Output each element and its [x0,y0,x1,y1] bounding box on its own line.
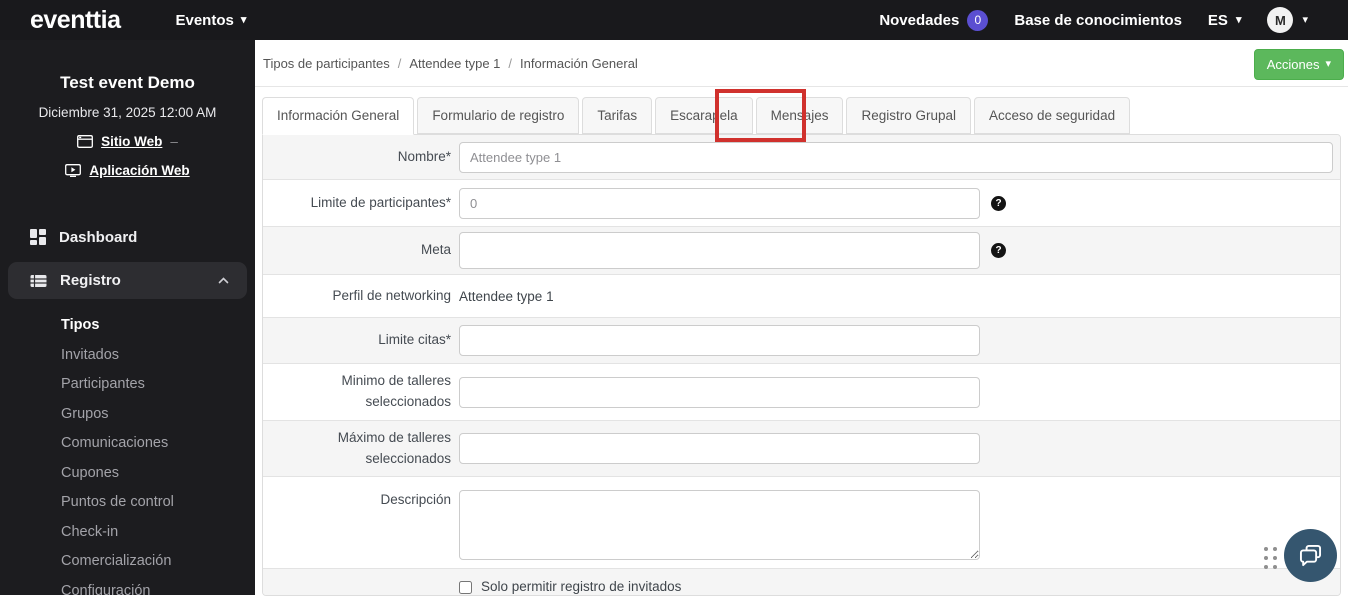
caret-down-icon: ▾ [240,13,247,26]
minimo-talleres-input[interactable] [459,376,980,408]
descripcion-textarea[interactable] [459,490,980,560]
knowledge-base-link[interactable]: Base de conocimientos [1014,12,1182,29]
user-menu[interactable]: M ▾ [1267,7,1308,33]
breadcrumb: Tipos de participantes / Attendee type 1… [255,40,1348,87]
limite-participantes-label: Limite de participantes* [310,194,451,210]
novedades-link[interactable]: Novedades 0 [879,9,989,31]
language-selector[interactable]: ES ▾ [1208,12,1242,29]
tab-formulario-de-registro[interactable]: Formulario de registro [417,97,580,134]
acciones-button[interactable]: Acciones ▾ [1253,49,1344,80]
eventtia-logo[interactable]: eventtia [30,6,121,35]
eventos-menu-label: Eventos [175,11,234,29]
knowledge-base-label: Base de conocimientos [1014,11,1182,29]
limite-citas-label: Limite citas* [378,332,451,348]
sidebar-item-label: Dashboard [59,228,138,246]
novedades-count-badge: 0 [967,9,989,31]
sidebar-item-comunicaciones[interactable]: Comunicaciones [0,429,255,459]
event-name: Test event Demo [60,73,195,92]
tab-informacion-general[interactable]: Información General [262,97,415,135]
breadcrumb-tipos-de-participantes[interactable]: Tipos de participantes [263,56,390,71]
browser-window-icon [77,135,94,148]
limite-citas-input[interactable] [459,325,980,356]
sidebar-item-dashboard[interactable]: Dashboard [0,218,255,256]
top-bar: eventtia Eventos ▾ Novedades 0 Base de c… [0,0,1348,40]
acciones-button-label: Acciones [1266,57,1320,72]
tab-registro-grupal[interactable]: Registro Grupal [846,97,971,134]
sidebar-item-puntos-de-control[interactable]: Puntos de control [0,488,255,518]
descripcion-label: Descripción [380,492,451,507]
breadcrumb-attendee-type[interactable]: Attendee type 1 [409,56,500,71]
form-row-limite-citas: Limite citas* [263,318,1340,364]
sidebar-item-registro[interactable]: Registro [8,262,247,299]
meta-label: Meta [420,242,451,258]
tab-tarifas[interactable]: Tarifas [582,97,653,134]
nombre-input[interactable] [459,141,1333,173]
event-datetime: Diciembre 31, 2025 12:00 AM [38,105,217,120]
breadcrumb-separator: / [508,55,513,71]
web-app-play-icon [65,164,82,177]
chat-bubbles-icon [1297,542,1324,569]
solo-invitados-checkbox[interactable] [459,581,472,594]
tab-bar: Información General Formulario de regist… [262,97,1348,135]
tab-acceso-de-seguridad[interactable]: Acceso de seguridad [974,97,1131,134]
sidebar-item-invitados[interactable]: Invitados [0,341,255,371]
maximo-talleres-label: Máximo de talleres seleccionados [337,429,451,466]
dashboard-grid-icon [30,229,46,245]
form-row-perfil-networking: Perfil de networking Attendee type 1 [263,275,1340,318]
avatar: M [1267,7,1294,33]
sidebar-item-grupos[interactable]: Grupos [0,400,255,430]
caret-down-icon: ▾ [1235,13,1242,26]
sidebar-nav: Dashboard Registro Tipos Invitados Parti… [0,218,255,595]
eventos-menu[interactable]: Eventos ▾ [175,12,246,29]
form-row-meta: Meta ? [263,227,1340,275]
perfil-networking-value: Attendee type 1 [459,288,554,304]
main-content: Tipos de participantes / Attendee type 1… [255,40,1348,596]
caret-down-icon: ▾ [1302,13,1308,26]
form-row-nombre: Nombre* [263,135,1340,180]
breadcrumb-current: Información General [520,55,638,71]
sidebar-item-cupones[interactable]: Cupones [0,459,255,489]
chevron-up-icon [218,277,229,284]
chat-launcher-button[interactable] [1284,529,1337,582]
form-panel: Nombre* Limite de participantes* ? Meta … [262,134,1341,596]
drag-handle-dots[interactable] [1264,547,1278,570]
form-row-maximo-talleres: Máximo de talleres seleccionados [263,421,1340,477]
perfil-networking-label: Perfil de networking [332,287,451,303]
registro-submenu: Tipos Invitados Participantes Grupos Com… [0,311,255,595]
sitio-web-link[interactable]: Sitio Web [101,134,162,149]
sitio-web-suffix: – [170,134,178,149]
form-row-descripcion: Descripción [263,477,1340,569]
question-help-icon[interactable]: ? [991,243,1006,258]
solo-invitados-label: Solo permitir registro de invitados [481,579,682,594]
nombre-label: Nombre* [397,148,451,164]
language-label: ES [1207,11,1228,29]
minimo-talleres-label: Minimo de talleres seleccionados [341,373,451,409]
caret-down-icon: ▾ [1325,58,1331,70]
form-row-limite-participantes: Limite de participantes* ? [263,180,1340,227]
question-help-icon[interactable]: ? [991,195,1006,211]
tab-mensajes[interactable]: Mensajes [755,97,844,134]
registro-list-icon [30,274,47,288]
limite-participantes-input[interactable] [459,187,980,219]
form-row-minimo-talleres: Minimo de talleres seleccionados [263,364,1340,421]
breadcrumb-separator: / [397,55,402,71]
sidebar-item-comercializacion[interactable]: Comercialización [0,547,255,577]
novedades-label: Novedades [879,11,960,29]
sidebar: Test event Demo Diciembre 31, 2025 12:00… [0,40,255,595]
sidebar-item-configuracion-avanzada[interactable]: Configuración Avanzada [0,577,255,596]
sidebar-item-label: Registro [60,272,121,289]
aplicacion-web-link[interactable]: Aplicación Web [89,163,189,178]
sidebar-item-participantes[interactable]: Participantes [0,370,255,400]
sidebar-item-check-in[interactable]: Check-in [0,518,255,548]
topbar-right-group: Novedades 0 Base de conocimientos ES ▾ M… [879,7,1348,33]
meta-input[interactable] [459,232,980,269]
tab-escarapela[interactable]: Escarapela [655,97,753,134]
sidebar-item-tipos[interactable]: Tipos [0,311,255,341]
form-row-solo-invitados: Solo permitir registro de invitados [263,569,1340,595]
maximo-talleres-input[interactable] [459,433,980,464]
